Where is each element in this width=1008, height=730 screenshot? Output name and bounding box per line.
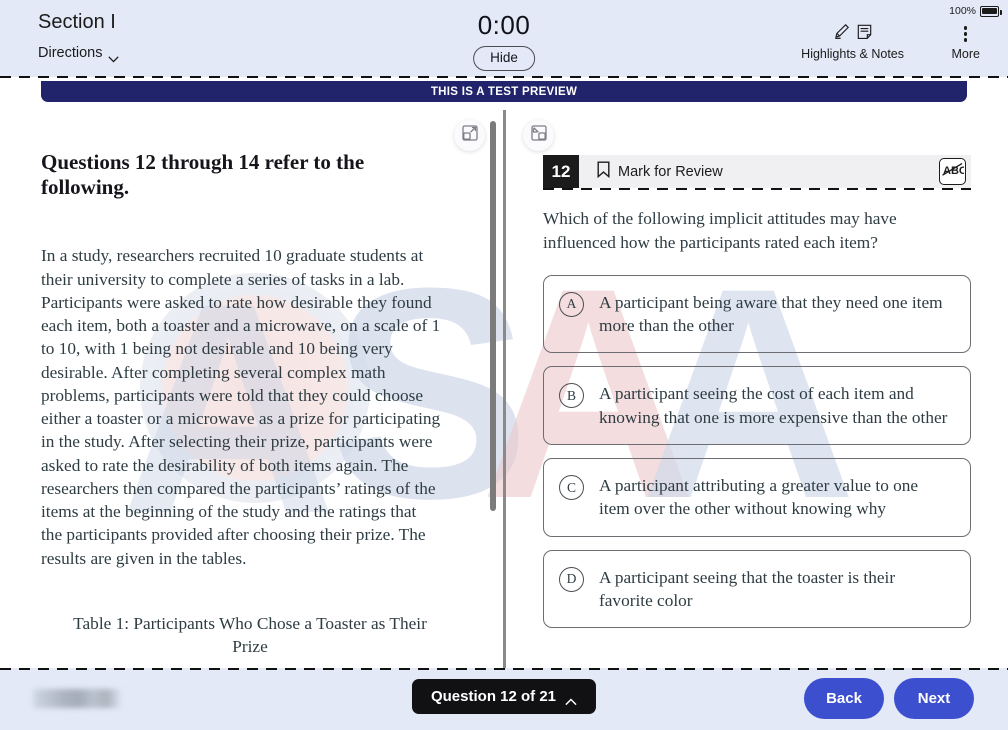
directions-label: Directions (38, 45, 103, 61)
expand-passage-panel-button[interactable] (454, 120, 485, 151)
student-name-redacted (33, 689, 121, 708)
panel-divider[interactable] (503, 110, 506, 676)
more-vertical-icon (952, 24, 980, 44)
answer-eliminator-button[interactable]: ABC (939, 158, 967, 185)
mark-for-review-label: Mark for Review (618, 163, 723, 180)
top-header: Section I Directions 0:00 Hide 100% High… (0, 0, 1008, 77)
battery-icon (980, 5, 1002, 17)
highlighter-pen-icon (833, 23, 850, 45)
choice-letter-bubble: A (559, 291, 584, 317)
answer-choice-b[interactable]: B A participant seeing the cost of each … (543, 366, 971, 446)
question-panel: 12 Mark for Review ABC Which of the foll… (543, 155, 971, 641)
passage-heading: Questions 12 through 14 refer to the fol… (41, 150, 365, 200)
svg-text:ABC: ABC (943, 165, 964, 177)
answer-choice-a[interactable]: A A participant being aware that they ne… (543, 274, 971, 354)
choice-text: A participant seeing the cost of each it… (599, 384, 948, 427)
question-prompt: Which of the following implicit attitude… (543, 209, 897, 252)
answer-choices: A A participant being aware that they ne… (543, 274, 971, 629)
answer-choice-d[interactable]: D A participant seeing that the toaster … (543, 549, 971, 629)
expand-panel-icon (461, 125, 478, 146)
back-button[interactable]: Back (804, 678, 884, 719)
header-divider (0, 76, 1008, 78)
choice-text: A participant being aware that they need… (599, 292, 943, 336)
choice-letter-bubble: C (559, 475, 584, 501)
question-number-badge: 12 (543, 155, 579, 188)
choice-text: A participant seeing that the toaster is… (599, 567, 896, 611)
panel-toggle-group (0, 120, 1008, 152)
highlights-notes-label: Highlights & Notes (801, 47, 904, 61)
collapse-panel-icon (530, 125, 547, 146)
chevron-up-icon (565, 693, 577, 705)
question-toolbar: 12 Mark for Review ABC (543, 155, 971, 188)
bookmark-icon (597, 161, 610, 182)
battery-status: 100% (949, 5, 1002, 17)
question-navigator-label: Question 12 of 21 (430, 688, 557, 705)
mark-for-review-button[interactable]: Mark for Review (597, 161, 723, 182)
note-icon (857, 24, 872, 45)
choice-text: A participant attributing a greater valu… (599, 476, 919, 519)
passage-body: In a study, researchers recruited 10 gra… (41, 246, 441, 568)
choice-letter-bubble: D (559, 566, 584, 592)
directions-dropdown[interactable]: Directions (38, 45, 120, 63)
test-preview-banner: THIS IS A TEST PREVIEW (41, 81, 967, 102)
answer-choice-c[interactable]: C A participant attributing a greater va… (543, 458, 971, 537)
table-caption: Table 1: Participants Who Chose a Toaste… (73, 613, 427, 657)
collapse-question-panel-button[interactable] (523, 120, 554, 151)
highlights-notes-button[interactable]: Highlights & Notes (801, 23, 904, 61)
next-button[interactable]: Next (894, 678, 974, 719)
battery-percent-label: 100% (949, 5, 976, 17)
question-toolbar-divider (543, 188, 971, 190)
choice-letter-bubble: B (559, 383, 584, 409)
chevron-down-icon (108, 51, 120, 63)
bottom-bar-divider (0, 668, 1008, 670)
abc-strikethrough-icon: ABC (941, 161, 967, 183)
more-label: More (951, 47, 980, 61)
question-navigator-button[interactable]: Question 12 of 21 (411, 679, 597, 714)
test-app-window: A S A A Section I Directions 0:00 Hide 1… (0, 0, 1008, 730)
passage-panel: Questions 12 through 14 refer to the fol… (41, 150, 441, 675)
navigation-buttons: Back Next (804, 678, 974, 719)
hide-timer-button[interactable]: Hide (473, 46, 535, 72)
more-button[interactable]: More (952, 24, 980, 61)
passage-scrollbar[interactable] (490, 121, 496, 511)
bottom-bar: Question 12 of 21 Back Next (0, 668, 1008, 730)
